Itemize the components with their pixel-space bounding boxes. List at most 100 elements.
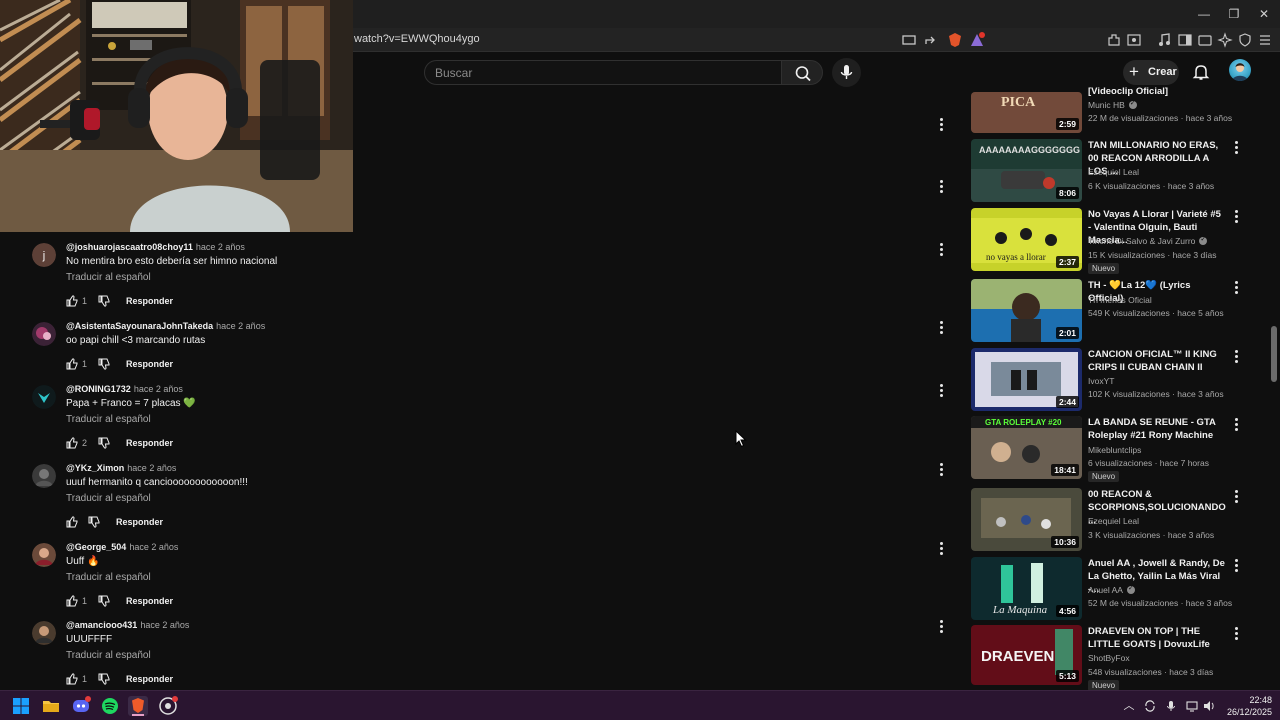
more-actions-icon[interactable]	[1231, 349, 1241, 363]
comment-author[interactable]: @amanciooo431 hace 2 años	[66, 620, 189, 630]
sync-icon[interactable]	[1143, 699, 1157, 713]
discord-icon[interactable]	[71, 696, 91, 716]
commenter-avatar[interactable]: j	[32, 243, 56, 267]
create-button[interactable]: + Crear	[1123, 60, 1179, 85]
video-thumbnail[interactable]: no vayas a llorar 2:37	[971, 208, 1082, 271]
comment-author[interactable]: @joshuarojascaatro08choy11 hace 2 años	[66, 242, 245, 252]
video-title[interactable]: CANCION OFICIAL™ II KING CRIPS II CUBAN …	[1088, 348, 1225, 374]
more-actions-icon[interactable]	[1231, 489, 1241, 503]
video-thumbnail[interactable]: 10:36	[971, 488, 1082, 551]
more-actions-icon[interactable]	[936, 242, 946, 256]
video-channel[interactable]: Th menos Oficial	[1088, 295, 1152, 305]
video-channel[interactable]: Munic HB	[1088, 99, 1137, 110]
video-channel[interactable]: Anuel AA	[1088, 584, 1135, 595]
reply-button[interactable]: Responder	[126, 359, 173, 369]
more-actions-icon[interactable]	[1231, 558, 1241, 572]
scrollbar-thumb[interactable]	[1271, 326, 1277, 382]
more-actions-icon[interactable]	[936, 383, 946, 397]
tray-overflow-icon[interactable]: ︿	[1122, 699, 1136, 713]
dislike-icon[interactable]	[98, 595, 110, 607]
video-card[interactable]: DRAEVEN 5:13 DRAEVEN ON TOP | THE LITTLE…	[971, 625, 1251, 691]
comment-author[interactable]: @RONING1732 hace 2 años	[66, 384, 183, 394]
commenter-avatar[interactable]	[32, 322, 56, 346]
like-icon[interactable]	[66, 295, 78, 307]
screenshot-icon[interactable]	[1126, 32, 1142, 48]
obs-icon[interactable]	[158, 696, 178, 716]
video-card[interactable]: PICA 2:59 [Videoclip Oficial] Munic HB 2…	[971, 86, 1251, 133]
brave-browser-icon[interactable]	[128, 696, 148, 716]
translate-link[interactable]: Traducir al español	[66, 414, 151, 425]
translate-link[interactable]: Traducir al español	[66, 650, 151, 661]
video-thumbnail[interactable]: 2:44	[971, 348, 1082, 411]
video-channel[interactable]: IvoxYT	[1088, 376, 1114, 386]
comment-author[interactable]: @AsistentaSayounaraJohnTakeda hace 2 años	[66, 321, 265, 331]
like-icon[interactable]	[66, 595, 78, 607]
more-actions-icon[interactable]	[1231, 417, 1241, 431]
share-icon[interactable]	[923, 32, 939, 48]
comment-author[interactable]: @George_504 hace 2 años	[66, 542, 178, 552]
volume-icon[interactable]	[1202, 699, 1216, 713]
windows-start-icon[interactable]	[11, 696, 31, 716]
more-actions-icon[interactable]	[936, 462, 946, 476]
video-title[interactable]: LA BANDA SE REUNE - GTA Roleplay #21 Ron…	[1088, 416, 1225, 442]
minimize-button[interactable]: —	[1188, 4, 1220, 24]
reply-button[interactable]: Responder	[116, 517, 163, 527]
more-actions-icon[interactable]	[936, 619, 946, 633]
reply-button[interactable]: Responder	[126, 596, 173, 606]
like-icon[interactable]	[66, 516, 78, 528]
menu-icon[interactable]	[1257, 32, 1273, 48]
extensions-icon[interactable]	[1106, 32, 1122, 48]
close-button[interactable]: ✕	[1248, 4, 1280, 24]
like-icon[interactable]	[66, 358, 78, 370]
voice-search-button[interactable]	[832, 58, 861, 87]
page-scrollbar[interactable]	[1270, 52, 1278, 692]
video-channel[interactable]: Ezequiel Leal	[1088, 167, 1139, 177]
video-card[interactable]: La Maquina 4:56 Anuel AA , Jowell & Rand…	[971, 557, 1251, 620]
dislike-icon[interactable]	[98, 673, 110, 685]
more-actions-icon[interactable]	[936, 541, 946, 555]
account-avatar[interactable]	[1229, 59, 1251, 81]
vpn-icon[interactable]	[1237, 32, 1253, 48]
comment-time[interactable]: hace 2 años	[129, 542, 178, 552]
video-title[interactable]: [Videoclip Oficial]	[1088, 85, 1225, 98]
video-title[interactable]: DRAEVEN ON TOP | THE LITTLE GOATS | Dovu…	[1088, 625, 1225, 651]
notifications-bell-icon[interactable]	[1190, 61, 1212, 83]
network-icon[interactable]	[1185, 699, 1199, 713]
microphone-tray-icon[interactable]	[1164, 699, 1178, 713]
comment-time[interactable]: hace 2 años	[127, 463, 176, 473]
dislike-icon[interactable]	[98, 358, 110, 370]
video-thumbnail[interactable]: AAAAAAAAGGGGGGG 8:06	[971, 139, 1082, 202]
system-clock[interactable]: 22:48 26/12/2025	[1226, 694, 1272, 718]
video-thumbnail[interactable]: PICA 2:59	[971, 92, 1082, 133]
dislike-icon[interactable]	[98, 295, 110, 307]
video-thumbnail[interactable]: DRAEVEN 5:13	[971, 625, 1082, 685]
video-card[interactable]: AAAAAAAAGGGGGGG 8:06 TAN MILLONARIO NO E…	[971, 139, 1251, 202]
wallet-icon[interactable]	[1197, 32, 1213, 48]
video-thumbnail[interactable]: 2:01	[971, 279, 1082, 342]
video-channel[interactable]: ShotByFox	[1088, 653, 1130, 663]
translate-link[interactable]: Traducir al español	[66, 272, 151, 283]
reply-button[interactable]: Responder	[126, 438, 173, 448]
more-actions-icon[interactable]	[1231, 140, 1241, 154]
dislike-icon[interactable]	[88, 516, 100, 528]
comment-time[interactable]: hace 2 años	[134, 384, 183, 394]
video-card[interactable]: 2:01 TH - 💛La 12💙 (Lyrics Official) Th m…	[971, 279, 1251, 342]
more-actions-icon[interactable]	[1231, 209, 1241, 223]
video-card[interactable]: 10:36 00 REACON & SCORPIONS,SOLUCIONANDO…	[971, 488, 1251, 551]
file-explorer-icon[interactable]	[41, 696, 61, 716]
comment-time[interactable]: hace 2 años	[140, 620, 189, 630]
restore-button[interactable]: ❐	[1218, 4, 1250, 24]
more-actions-icon[interactable]	[936, 320, 946, 334]
url-text[interactable]: watch?v=EWWQhou4ygo	[354, 33, 480, 45]
commenter-avatar[interactable]	[32, 621, 56, 645]
video-channel[interactable]: Tincho Di Salvo & Javi Zurro	[1088, 235, 1208, 246]
sidebar-toggle-icon[interactable]	[1177, 32, 1193, 48]
more-actions-icon[interactable]	[936, 117, 946, 131]
brave-shield-icon[interactable]	[947, 32, 963, 48]
music-icon[interactable]	[1157, 32, 1173, 48]
more-actions-icon[interactable]	[1231, 280, 1241, 294]
like-icon[interactable]	[66, 673, 78, 685]
like-icon[interactable]	[66, 437, 78, 449]
commenter-avatar[interactable]	[32, 543, 56, 567]
video-card[interactable]: 2:44 CANCION OFICIAL™ II KING CRIPS II C…	[971, 348, 1251, 411]
